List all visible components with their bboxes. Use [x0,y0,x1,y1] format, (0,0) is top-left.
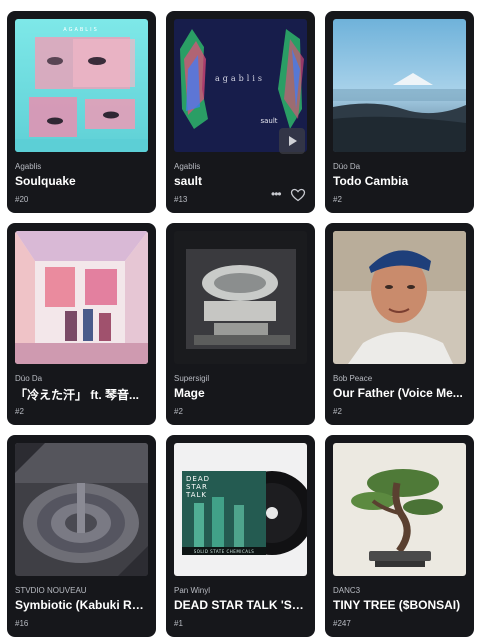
track-title[interactable]: Soulquake [15,174,148,188]
track-title[interactable]: Symbiotic (Kabuki Re... [15,598,148,612]
track-artist[interactable]: Agablis [15,162,148,171]
cover-art[interactable] [15,231,148,364]
cover-art[interactable]: AGABLIS [15,19,148,152]
track-title[interactable]: 「冷えた汗」 ft. 琴音... [15,386,148,403]
svg-text:TALK: TALK [185,491,207,499]
track-title[interactable]: TINY TREE ($BONSAI) [333,598,466,612]
track-rank: #1 [174,619,183,628]
track-artist[interactable]: Dúo Da [15,374,148,383]
svg-text:STAR: STAR [186,483,208,491]
track-card-hieta-ase[interactable]: Dúo Da 「冷えた汗」 ft. 琴音... #2 [7,223,156,425]
cover-art-text: agablis [215,74,265,83]
track-rank: #16 [15,619,29,628]
track-rank: #20 [15,195,29,204]
play-button[interactable] [279,128,305,154]
cover-art[interactable] [333,443,466,576]
track-rank: #2 [333,195,342,204]
track-card-soulquake[interactable]: AGABLIS Agablis Soulquake #20 [7,11,156,213]
track-artist[interactable]: STVDIO NOUVEAU [15,586,148,595]
track-artist[interactable]: DANC3 [333,586,466,595]
track-title[interactable]: sault [174,174,307,188]
track-card-mage[interactable]: Supersigil Mage #2 [166,223,315,425]
cover-art-subtext: SOLID STATE CHEMICALS [194,549,255,554]
track-card-sault[interactable]: agablis sault Agablis sault #13 ••• [166,11,315,213]
track-title[interactable]: Todo Cambia [333,174,466,188]
track-rank: #2 [174,407,183,416]
cover-art[interactable] [333,19,466,152]
track-artist[interactable]: Pan Winyl [174,586,307,595]
track-rank: #2 [15,407,24,416]
track-card-tiny-tree[interactable]: DANC3 TINY TREE ($BONSAI) #247 [325,435,474,637]
track-card-dead-star-talk[interactable]: DEAD STAR TALK SOLID STATE CHEMICALS Pan… [166,435,315,637]
cover-art-subtext: sault [260,117,277,125]
track-artist[interactable]: Supersigil [174,374,307,383]
cover-art-text: AGABLIS [63,27,99,33]
play-icon [289,136,297,146]
track-title[interactable]: Our Father (Voice Me... [333,386,466,400]
track-artist[interactable]: Agablis [174,162,307,171]
track-card-todo-cambia[interactable]: Dúo Da Todo Cambia #2 [325,11,474,213]
track-rank: #13 [174,195,188,204]
track-artist[interactable]: Bob Peace [333,374,466,383]
cover-art[interactable] [15,443,148,576]
track-title[interactable]: DEAD STAR TALK 'Soli... [174,598,307,612]
more-horizontal-icon[interactable]: ••• [271,187,282,201]
cover-art[interactable]: DEAD STAR TALK SOLID STATE CHEMICALS [174,443,307,576]
cover-art[interactable] [174,231,307,364]
track-grid: AGABLIS Agablis Soulquake #20 agablis sa… [7,11,474,637]
track-card-our-father[interactable]: Bob Peace Our Father (Voice Me... #2 [325,223,474,425]
cover-art[interactable] [333,231,466,364]
heart-icon[interactable] [290,187,306,203]
cover-art-text: DEAD [186,475,210,483]
track-rank: #2 [333,407,342,416]
track-title[interactable]: Mage [174,386,307,400]
track-rank: #247 [333,619,351,628]
track-card-symbiotic[interactable]: STVDIO NOUVEAU Symbiotic (Kabuki Re... #… [7,435,156,637]
track-artist[interactable]: Dúo Da [333,162,466,171]
